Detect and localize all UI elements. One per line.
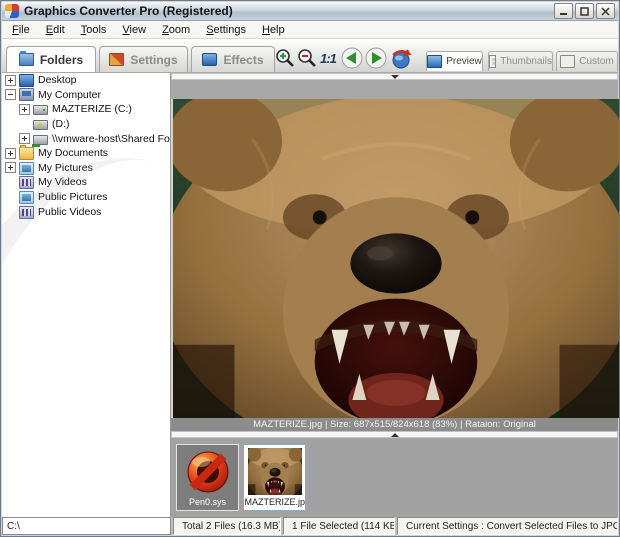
custom-icon (560, 55, 576, 68)
status-selected-files: 1 File Selected (114 KB) (283, 517, 395, 535)
tab-folders-label: Folders (39, 52, 84, 67)
menu-file[interactable]: File (6, 22, 40, 38)
preview-splitter-top[interactable] (171, 73, 618, 80)
status-total-files: Total 2 Files (16.3 MB) (173, 517, 281, 535)
pictures-folder-icon (19, 191, 34, 205)
next-arrow-icon (365, 47, 387, 69)
status-bar: C:\ Total 2 Files (16.3 MB) 1 File Selec… (2, 517, 618, 535)
videos-folder-icon (19, 205, 34, 219)
expand-plus-icon[interactable] (19, 103, 30, 115)
zoom-in-button[interactable] (273, 47, 295, 69)
tab-custom-label: Custom (579, 56, 614, 67)
thumbnail-strip: Pen0.sys MAZTERIZE.jpg (171, 438, 618, 517)
expand-minus-icon[interactable] (5, 89, 16, 101)
thumbnail-label: MAZTERIZE.jpg (244, 497, 305, 507)
title-bar: Graphics Converter Pro (Registered) (2, 2, 618, 21)
app-icon (5, 4, 19, 18)
bear-thumbnail-image (248, 448, 302, 495)
blocked-file-icon (181, 448, 235, 495)
menu-view[interactable]: View (116, 22, 156, 38)
minimize-icon (560, 12, 567, 15)
previous-image-button[interactable] (341, 47, 363, 69)
next-image-button[interactable] (365, 47, 387, 69)
maximize-button[interactable] (575, 3, 594, 19)
tree-item-public-pictures[interactable]: Public Pictures (2, 190, 170, 205)
preview-icon (427, 55, 443, 68)
window-title: Graphics Converter Pro (Registered) (24, 4, 233, 18)
toolbar: Folders Settings Effects 1:1 Preview Thu… (2, 39, 618, 73)
tab-preview[interactable]: Preview (426, 51, 483, 71)
collapse-up-icon (390, 432, 399, 437)
menu-help[interactable]: Help (256, 22, 295, 38)
convert-icon (392, 49, 412, 69)
menu-settings[interactable]: Settings (200, 22, 256, 38)
menu-bar: File Edit Tools View Zoom Settings Help (2, 21, 618, 39)
tree-item-my-computer[interactable]: My Computer (2, 88, 170, 103)
computer-icon (19, 88, 34, 102)
expand-plus-icon[interactable] (5, 74, 16, 86)
drive-icon (33, 105, 48, 116)
tab-folders[interactable]: Folders (6, 46, 96, 72)
desktop-icon (19, 73, 34, 87)
app-window: Graphics Converter Pro (Registered) File… (0, 0, 620, 537)
thumbnail-pen0-sys[interactable]: Pen0.sys (176, 444, 239, 511)
folder-tree: Desktop My Computer MAZTERIZE (C:) (D:) … (2, 73, 171, 517)
status-current-settings: Current Settings : Convert Selected File… (397, 517, 618, 535)
tab-thumbnails[interactable]: Thumbnails (488, 51, 553, 71)
image-info-caption: MAZTERIZE.jpg | Size: 687x515/824x618 (8… (171, 418, 618, 431)
expand-plus-icon[interactable] (19, 133, 30, 145)
zoom-out-button[interactable] (295, 47, 317, 69)
preview-splitter-bottom[interactable] (171, 431, 618, 438)
tab-thumbnails-label: Thumbnails (500, 56, 552, 67)
collapse-down-icon (390, 74, 399, 79)
settings-icon (109, 53, 125, 66)
tree-item-drive-c[interactable]: MAZTERIZE (C:) (2, 102, 170, 117)
tree-item-shared-folders[interactable]: \\vmware-host\Shared Folders (Z:) (2, 131, 170, 147)
thumbnails-icon (489, 55, 497, 68)
network-drive-icon (32, 134, 48, 147)
cd-drive-icon (33, 120, 48, 131)
expand-plus-icon[interactable] (5, 162, 16, 174)
close-icon (601, 6, 610, 16)
menu-tools[interactable]: Tools (75, 22, 117, 38)
tree-item-desktop[interactable]: Desktop (2, 73, 170, 88)
tree-item-drive-d[interactable]: (D:) (2, 117, 170, 132)
tree-item-my-videos[interactable]: My Videos (2, 175, 170, 190)
convert-button[interactable] (390, 47, 412, 69)
minimize-button[interactable] (554, 3, 573, 19)
folder-icon (19, 145, 34, 161)
zoom-in-icon (276, 49, 294, 67)
tab-settings-label: Settings (130, 52, 178, 67)
tab-settings[interactable]: Settings (99, 46, 188, 72)
expand-plus-icon[interactable] (5, 147, 16, 159)
tree-item-my-pictures[interactable]: My Pictures (2, 161, 170, 176)
tab-preview-label: Preview (446, 56, 482, 67)
tab-effects-label: Effects (223, 52, 264, 67)
thumbnail-label: Pen0.sys (188, 497, 227, 507)
preview-background (171, 80, 618, 99)
menu-edit[interactable]: Edit (40, 22, 75, 38)
effects-icon (202, 53, 218, 66)
current-path-field[interactable]: C:\ (2, 517, 171, 535)
tree-item-public-videos[interactable]: Public Videos (2, 204, 170, 219)
actual-size-button[interactable]: 1:1 (317, 47, 339, 69)
maximize-icon (580, 6, 589, 16)
thumbnail-mazterize-jpg[interactable]: MAZTERIZE.jpg (243, 444, 306, 511)
preview-image[interactable] (173, 99, 619, 418)
tab-effects[interactable]: Effects (191, 46, 275, 72)
menu-zoom[interactable]: Zoom (156, 22, 200, 38)
bear-image (173, 99, 619, 418)
pictures-folder-icon (19, 161, 34, 175)
previous-arrow-icon (341, 47, 363, 69)
close-button[interactable] (596, 3, 615, 19)
zoom-out-icon (298, 49, 316, 67)
tab-custom[interactable]: Custom (556, 51, 618, 71)
tree-item-my-documents[interactable]: My Documents (2, 145, 170, 161)
videos-folder-icon (19, 176, 34, 190)
folder-icon (18, 51, 34, 66)
